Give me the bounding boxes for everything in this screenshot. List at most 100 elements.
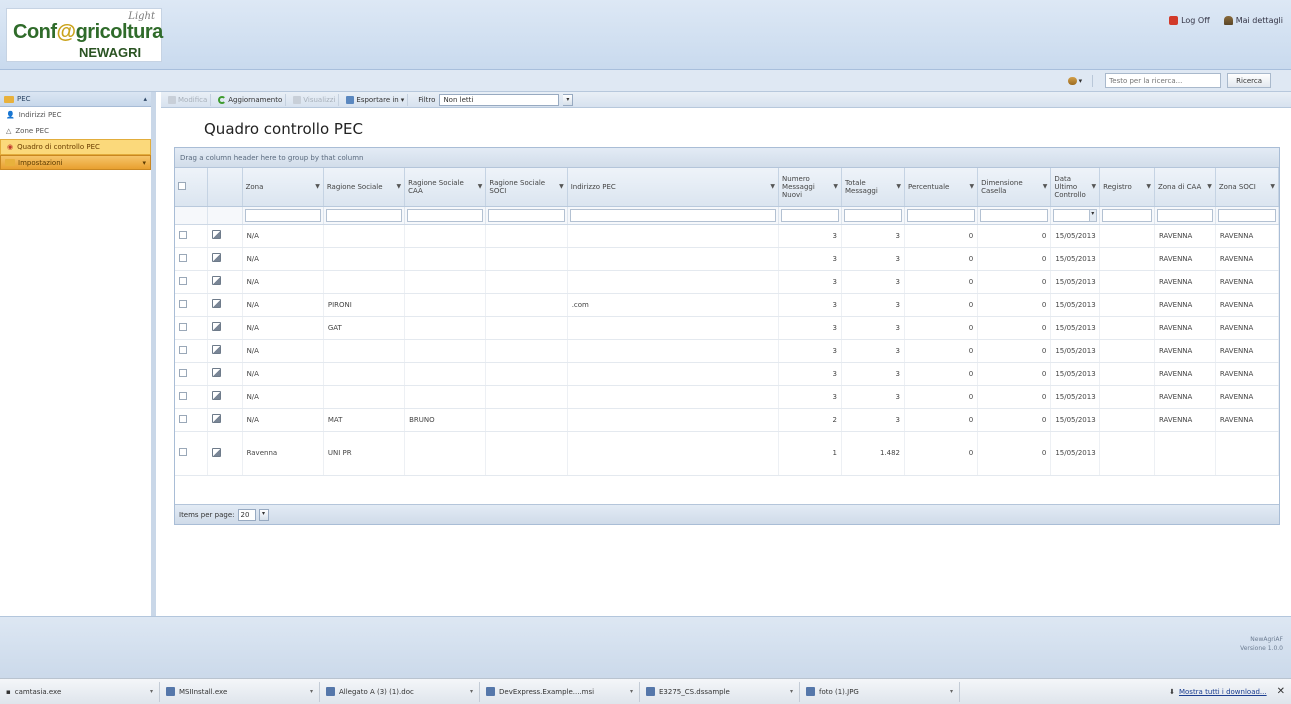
table-row[interactable]: Ravenna UNI PR 1 1.482 0 0 15/05/2013: [175, 431, 1280, 476]
theme-menu-button[interactable]: ▾: [1067, 76, 1082, 85]
download-item[interactable]: ▪ camtasia.exe ▾: [0, 681, 160, 702]
edit-row-icon[interactable]: [212, 345, 222, 354]
column-header[interactable]: Percentuale ▼: [904, 168, 979, 207]
details-link[interactable]: Mai dettagli: [1223, 16, 1283, 25]
row-checkbox[interactable]: [179, 448, 187, 456]
select-all-header[interactable]: [175, 168, 209, 207]
table-cell: [404, 224, 487, 248]
row-checkbox[interactable]: [179, 414, 187, 423]
column-header[interactable]: Dimensione Casella ▼: [977, 168, 1052, 207]
row-checkbox[interactable]: [179, 230, 187, 239]
chevron-down-icon[interactable]: ▾: [946, 688, 953, 695]
row-checkbox[interactable]: [179, 299, 187, 308]
edit-row-icon[interactable]: [212, 414, 222, 423]
filter-input[interactable]: [980, 208, 1049, 222]
edit-row-icon[interactable]: [212, 391, 222, 400]
chevron-down-icon[interactable]: ▾: [626, 688, 633, 695]
edit-row-icon[interactable]: [212, 299, 222, 308]
column-header[interactable]: Zona di CAA ▼: [1154, 168, 1216, 207]
chevron-down-icon[interactable]: ▾: [258, 508, 269, 521]
table-row[interactable]: N/A 3 3 0 0 15/05/2013 RAVENNA RAVENNA: [175, 224, 1280, 248]
filter-input[interactable]: [1156, 208, 1213, 222]
show-all-downloads-link[interactable]: Mostra tutti i download...: [1179, 688, 1267, 696]
column-header[interactable]: Data Ultimo Controllo ▼: [1050, 168, 1101, 207]
column-header[interactable]: Ragione Sociale ▼: [323, 168, 406, 207]
chevron-down-icon[interactable]: ▾: [146, 688, 153, 695]
filter-input[interactable]: [781, 208, 840, 222]
column-header[interactable]: Ragione Sociale CAA ▼: [404, 168, 487, 207]
search-input[interactable]: [1105, 73, 1222, 88]
filter-input[interactable]: [244, 208, 321, 222]
edit-row-icon[interactable]: [212, 368, 222, 377]
row-checkbox[interactable]: [179, 253, 187, 262]
row-checkbox[interactable]: [179, 368, 187, 377]
column-header[interactable]: Numero Messaggi Nuovi ▼: [778, 168, 843, 207]
download-item[interactable]: Allegato A (3) (1).doc ▾: [320, 681, 480, 702]
table-cell: 0: [904, 247, 979, 271]
search-button[interactable]: Ricerca: [1227, 73, 1271, 88]
filter-input[interactable]: [1102, 208, 1152, 222]
edit-row-icon[interactable]: [212, 276, 222, 285]
table-row[interactable]: N/A 3 3 0 0 15/05/2013 RAVENNA RAVENNA: [175, 385, 1280, 409]
chevron-down-icon[interactable]: ▾: [306, 688, 313, 695]
column-header[interactable]: Registro ▼: [1099, 168, 1155, 207]
filter-input[interactable]: [569, 208, 777, 222]
download-item[interactable]: foto (1).JPG ▾: [800, 681, 960, 702]
edit-row-icon[interactable]: [212, 322, 222, 331]
filter-input[interactable]: [325, 208, 403, 222]
chevron-down-icon[interactable]: ▾: [786, 688, 793, 695]
download-item[interactable]: MSIInstall.exe ▾: [160, 681, 320, 702]
page-size-select[interactable]: 20: [237, 508, 256, 521]
table-row[interactable]: N/A 3 3 0 0 15/05/2013 RAVENNA RAVENNA: [175, 247, 1280, 271]
date-filter-input[interactable]: [1053, 208, 1090, 222]
nav-group-pec[interactable]: PEC ▴: [0, 92, 151, 107]
filter-input[interactable]: [407, 208, 484, 222]
filter-input[interactable]: [844, 208, 902, 222]
nav-item-indirizzi-pec[interactable]: 👤 Indirizzi PEC: [0, 107, 151, 123]
filter-input[interactable]: [907, 208, 976, 222]
filter-input[interactable]: [1217, 208, 1276, 222]
filter-input[interactable]: [488, 208, 565, 222]
column-header[interactable]: Indirizzo PEC ▼: [567, 168, 780, 207]
row-checkbox[interactable]: [179, 322, 187, 331]
table-cell: MAT: [323, 408, 406, 432]
column-header[interactable]: Zona SOCI ▼: [1215, 168, 1280, 207]
group-panel[interactable]: Drag a column header here to group by th…: [175, 148, 1279, 168]
edit-button[interactable]: Modifica: [165, 93, 212, 106]
filter-dropdown-icon[interactable]: ▾: [563, 93, 574, 106]
view-button[interactable]: Visualizzi: [290, 93, 340, 106]
table-cell: 3: [841, 408, 905, 432]
table-cell: 3: [778, 339, 843, 363]
column-header[interactable]: Ragione Sociale SOCI ▼: [485, 168, 568, 207]
table-row[interactable]: N/A 3 3 0 0 15/05/2013 RAVENNA RAVENNA: [175, 362, 1280, 386]
table-row[interactable]: N/A GAT 3 3 0 0 15/05/2013 RAVENNA RAVENNA: [175, 316, 1280, 340]
table-row[interactable]: N/A 3 3 0 0 15/05/2013 RAVENNA RAVENNA: [175, 270, 1280, 294]
close-icon[interactable]: ✕: [1277, 686, 1285, 697]
refresh-button[interactable]: Aggiornamento: [215, 93, 287, 106]
download-item[interactable]: DevExpress.Example....msi ▾: [480, 681, 640, 702]
select-all-checkbox[interactable]: [178, 181, 186, 190]
column-header[interactable]: Zona ▼: [242, 168, 324, 207]
table-row[interactable]: N/A PIRONI .com 3 3 0 0 15/05/2013 RAVENNA RAVENN…: [175, 293, 1280, 317]
table-row[interactable]: N/A MAT BRUNO 2 3 0 0 15/05/2013 RAVENNA RAVENNA: [175, 408, 1280, 432]
table-cell: [323, 385, 406, 409]
edit-row-icon[interactable]: [212, 253, 222, 262]
edit-row-icon[interactable]: [212, 447, 222, 457]
chevron-down-icon[interactable]: ▾: [466, 688, 473, 695]
nav-item-zone-pec[interactable]: △ Zone PEC: [0, 123, 151, 139]
row-checkbox[interactable]: [179, 276, 187, 285]
export-button[interactable]: Esportare in ▾: [343, 93, 409, 106]
calendar-dropdown-icon[interactable]: ▾: [1089, 208, 1098, 222]
edit-row-icon[interactable]: [212, 230, 222, 239]
table-cell: 0: [904, 431, 979, 476]
download-item[interactable]: E3275_CS.dssample ▾: [640, 681, 800, 702]
column-header[interactable]: Totale Messaggi ▼: [841, 168, 905, 207]
filter-select[interactable]: Non letti: [439, 93, 560, 106]
nav-group-impostazioni[interactable]: Impostazioni ▾: [0, 155, 151, 170]
nav-item-quadro-controllo-pec[interactable]: ◉ Quadro di controllo PEC: [0, 139, 151, 155]
logoff-link[interactable]: Log Off: [1169, 16, 1210, 25]
sort-icon: ▼: [770, 183, 776, 191]
row-checkbox[interactable]: [179, 345, 187, 354]
row-checkbox[interactable]: [179, 391, 187, 400]
table-row[interactable]: N/A 3 3 0 0 15/05/2013 RAVENNA RAVENNA: [175, 339, 1280, 363]
